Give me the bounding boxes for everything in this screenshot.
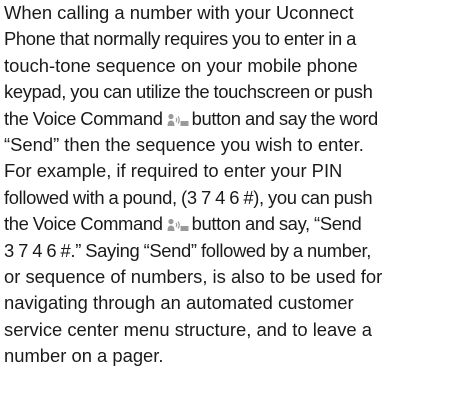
text-line: the Voice Command button and say, “Send: [4, 211, 449, 237]
text-fragment: the Voice Command: [4, 107, 163, 129]
text-line: number on a pager.: [4, 345, 164, 367]
text-line: touch-tone sequence on your mobile phone: [4, 54, 358, 76]
text-line: followed with a pound, (3 7 4 6 #), you …: [4, 186, 373, 208]
text-fragment: button and say, “Send: [191, 213, 362, 235]
text-line: navigating through an automated customer: [4, 292, 354, 314]
text-line: the Voice Command button and say the wor…: [4, 106, 449, 132]
text-fragment: the Voice Command: [4, 213, 163, 235]
text-line: “Send” then the sequence you wish to ent…: [4, 133, 364, 155]
text-line: or sequence of numbers, is also to be us…: [4, 265, 383, 287]
text-line: keypad, you can utilize the touchscreen …: [4, 81, 373, 103]
text-line: 3 7 4 6 #.” Saying “Send” followed by a …: [4, 239, 372, 261]
text-line: When calling a number with your Uconnect: [4, 2, 354, 23]
text-line: service center menu structure, and to le…: [4, 318, 373, 340]
text-line: Phone that normally requires you to ente…: [4, 28, 357, 50]
document-paragraph: When calling a number with your Uconnect…: [0, 0, 449, 369]
text-line: For example, if required to enter your P…: [4, 160, 343, 182]
voice-command-icon: [167, 219, 189, 232]
voice-command-icon: [167, 113, 189, 126]
text-fragment: button and say the word: [191, 107, 379, 129]
